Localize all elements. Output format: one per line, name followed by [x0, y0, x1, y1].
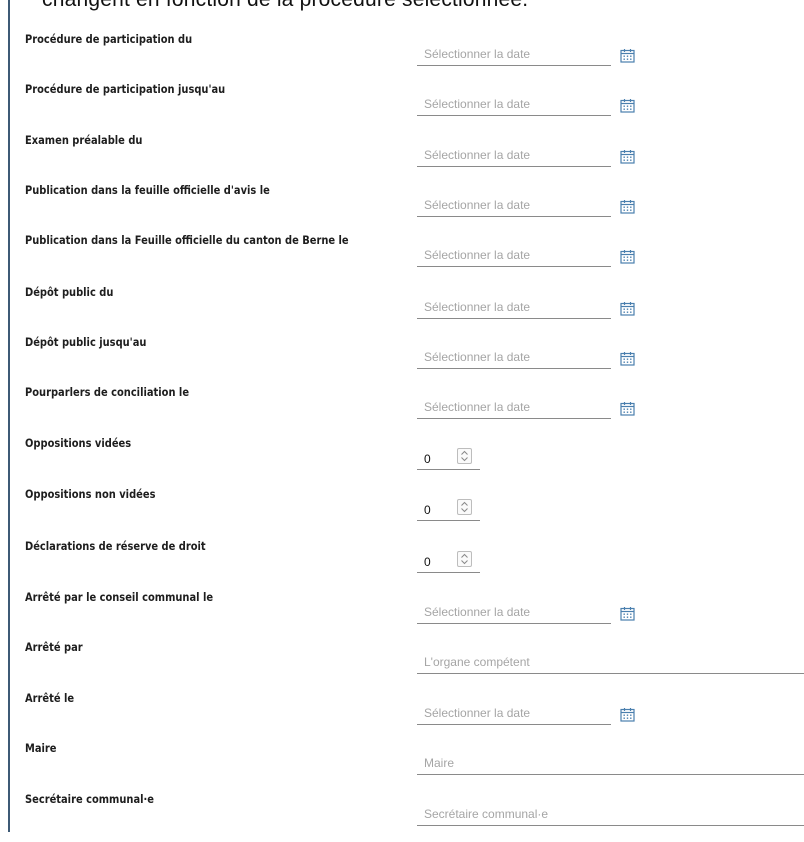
- date-placeholder: Sélectionner la date: [424, 97, 531, 111]
- field-label: Procédure de participation jusqu'au: [25, 82, 226, 96]
- date-placeholder: Sélectionner la date: [424, 198, 531, 212]
- number-value: 0: [424, 555, 431, 569]
- date-placeholder: Sélectionner la date: [424, 400, 531, 414]
- field-label: Arrêté par: [25, 640, 83, 654]
- field-label: Secrétaire communal·e: [25, 792, 154, 806]
- date-input[interactable]: Sélectionner la date: [417, 298, 611, 319]
- date-input[interactable]: Sélectionner la date: [417, 146, 611, 167]
- spinner-icon[interactable]: [457, 551, 472, 567]
- date-input[interactable]: Sélectionner la date: [417, 246, 611, 267]
- calendar-icon[interactable]: [620, 149, 635, 164]
- calendar-icon[interactable]: [620, 707, 635, 722]
- date-input[interactable]: Sélectionner la date: [417, 45, 611, 66]
- field-label: Arrêté par le conseil communal le: [25, 590, 214, 604]
- field-label: Oppositions vidées: [25, 436, 132, 450]
- form-row: Secrétaire communal·e Secrétaire communal…: [0, 792, 804, 842]
- form-row: Procédure de participation jusqu'au Sélec…: [0, 82, 804, 132]
- date-placeholder: Sélectionner la date: [424, 300, 531, 314]
- calendar-icon[interactable]: [620, 351, 635, 366]
- text-input[interactable]: Maire: [417, 754, 804, 775]
- number-stepper[interactable]: 0: [417, 448, 480, 470]
- field-label: Dépôt public jusqu'au: [25, 335, 147, 349]
- date-input[interactable]: Sélectionner la date: [417, 603, 611, 624]
- field-label: Maire: [25, 741, 57, 755]
- field-label: Oppositions non vidées: [25, 487, 156, 501]
- date-placeholder: Sélectionner la date: [424, 350, 531, 364]
- field-label: Publication dans la feuille officielle d…: [25, 183, 270, 197]
- number-stepper[interactable]: 0: [417, 499, 480, 521]
- text-input[interactable]: Secrétaire communal·e: [417, 805, 804, 826]
- form-row: Dépôt public du Sélectionner la date: [0, 285, 804, 335]
- form-row: Arrêté par L'organe compétent: [0, 640, 804, 690]
- form-row: Procédure de participation du Sélectionne…: [0, 32, 804, 82]
- field-label: Publication dans la Feuille officielle d…: [25, 233, 349, 247]
- text-placeholder: Secrétaire communal·e: [424, 807, 549, 821]
- text-input[interactable]: L'organe compétent: [417, 653, 804, 674]
- form-row: Dépôt public jusqu'au Sélectionner la dat…: [0, 335, 804, 385]
- date-placeholder: Sélectionner la date: [424, 706, 531, 720]
- field-label: Examen préalable du: [25, 133, 143, 147]
- date-placeholder: Sélectionner la date: [424, 47, 531, 61]
- date-placeholder: Sélectionner la date: [424, 605, 531, 619]
- date-input[interactable]: Sélectionner la date: [417, 704, 611, 725]
- form-row: Arrêté le Sélectionner la date: [0, 691, 804, 741]
- date-placeholder: Sélectionner la date: [424, 148, 531, 162]
- spinner-icon[interactable]: [457, 499, 472, 515]
- calendar-icon[interactable]: [620, 48, 635, 63]
- date-input[interactable]: Sélectionner la date: [417, 196, 611, 217]
- field-label: Dépôt public du: [25, 285, 114, 299]
- number-value: 0: [424, 452, 431, 466]
- field-label: Pourparlers de conciliation le: [25, 385, 190, 399]
- form-row: Déclarations de réserve de droit 0: [0, 539, 804, 589]
- calendar-icon[interactable]: [620, 301, 635, 316]
- spinner-icon[interactable]: [457, 448, 472, 464]
- calendar-icon[interactable]: [620, 98, 635, 113]
- date-input[interactable]: Sélectionner la date: [417, 398, 611, 419]
- form-row: Oppositions vidées 0: [0, 436, 804, 486]
- section-description: changent en fonction de la procédure sél…: [42, 0, 528, 12]
- field-label: Procédure de participation du: [25, 32, 193, 46]
- form-row: Publication dans la Feuille officielle d…: [0, 233, 804, 283]
- form-row: Examen préalable du Sélectionner la date: [0, 133, 804, 183]
- text-placeholder: L'organe compétent: [424, 655, 530, 669]
- number-stepper[interactable]: 0: [417, 551, 480, 573]
- calendar-icon[interactable]: [620, 401, 635, 416]
- form-row: Publication dans la feuille officielle d…: [0, 183, 804, 233]
- calendar-icon[interactable]: [620, 199, 635, 214]
- form-row: Arrêté par le conseil communal le Sélecti…: [0, 590, 804, 640]
- form-row: Oppositions non vidées 0: [0, 487, 804, 537]
- calendar-icon[interactable]: [620, 606, 635, 621]
- date-placeholder: Sélectionner la date: [424, 248, 531, 262]
- number-value: 0: [424, 503, 431, 517]
- date-input[interactable]: Sélectionner la date: [417, 348, 611, 369]
- field-label: Arrêté le: [25, 691, 75, 705]
- text-placeholder: Maire: [424, 756, 455, 770]
- form-row: Pourparlers de conciliation le Sélectionn…: [0, 385, 804, 435]
- field-label: Déclarations de réserve de droit: [25, 539, 206, 553]
- date-input[interactable]: Sélectionner la date: [417, 95, 611, 116]
- calendar-icon[interactable]: [620, 249, 635, 264]
- form-row: Maire Maire: [0, 741, 804, 791]
